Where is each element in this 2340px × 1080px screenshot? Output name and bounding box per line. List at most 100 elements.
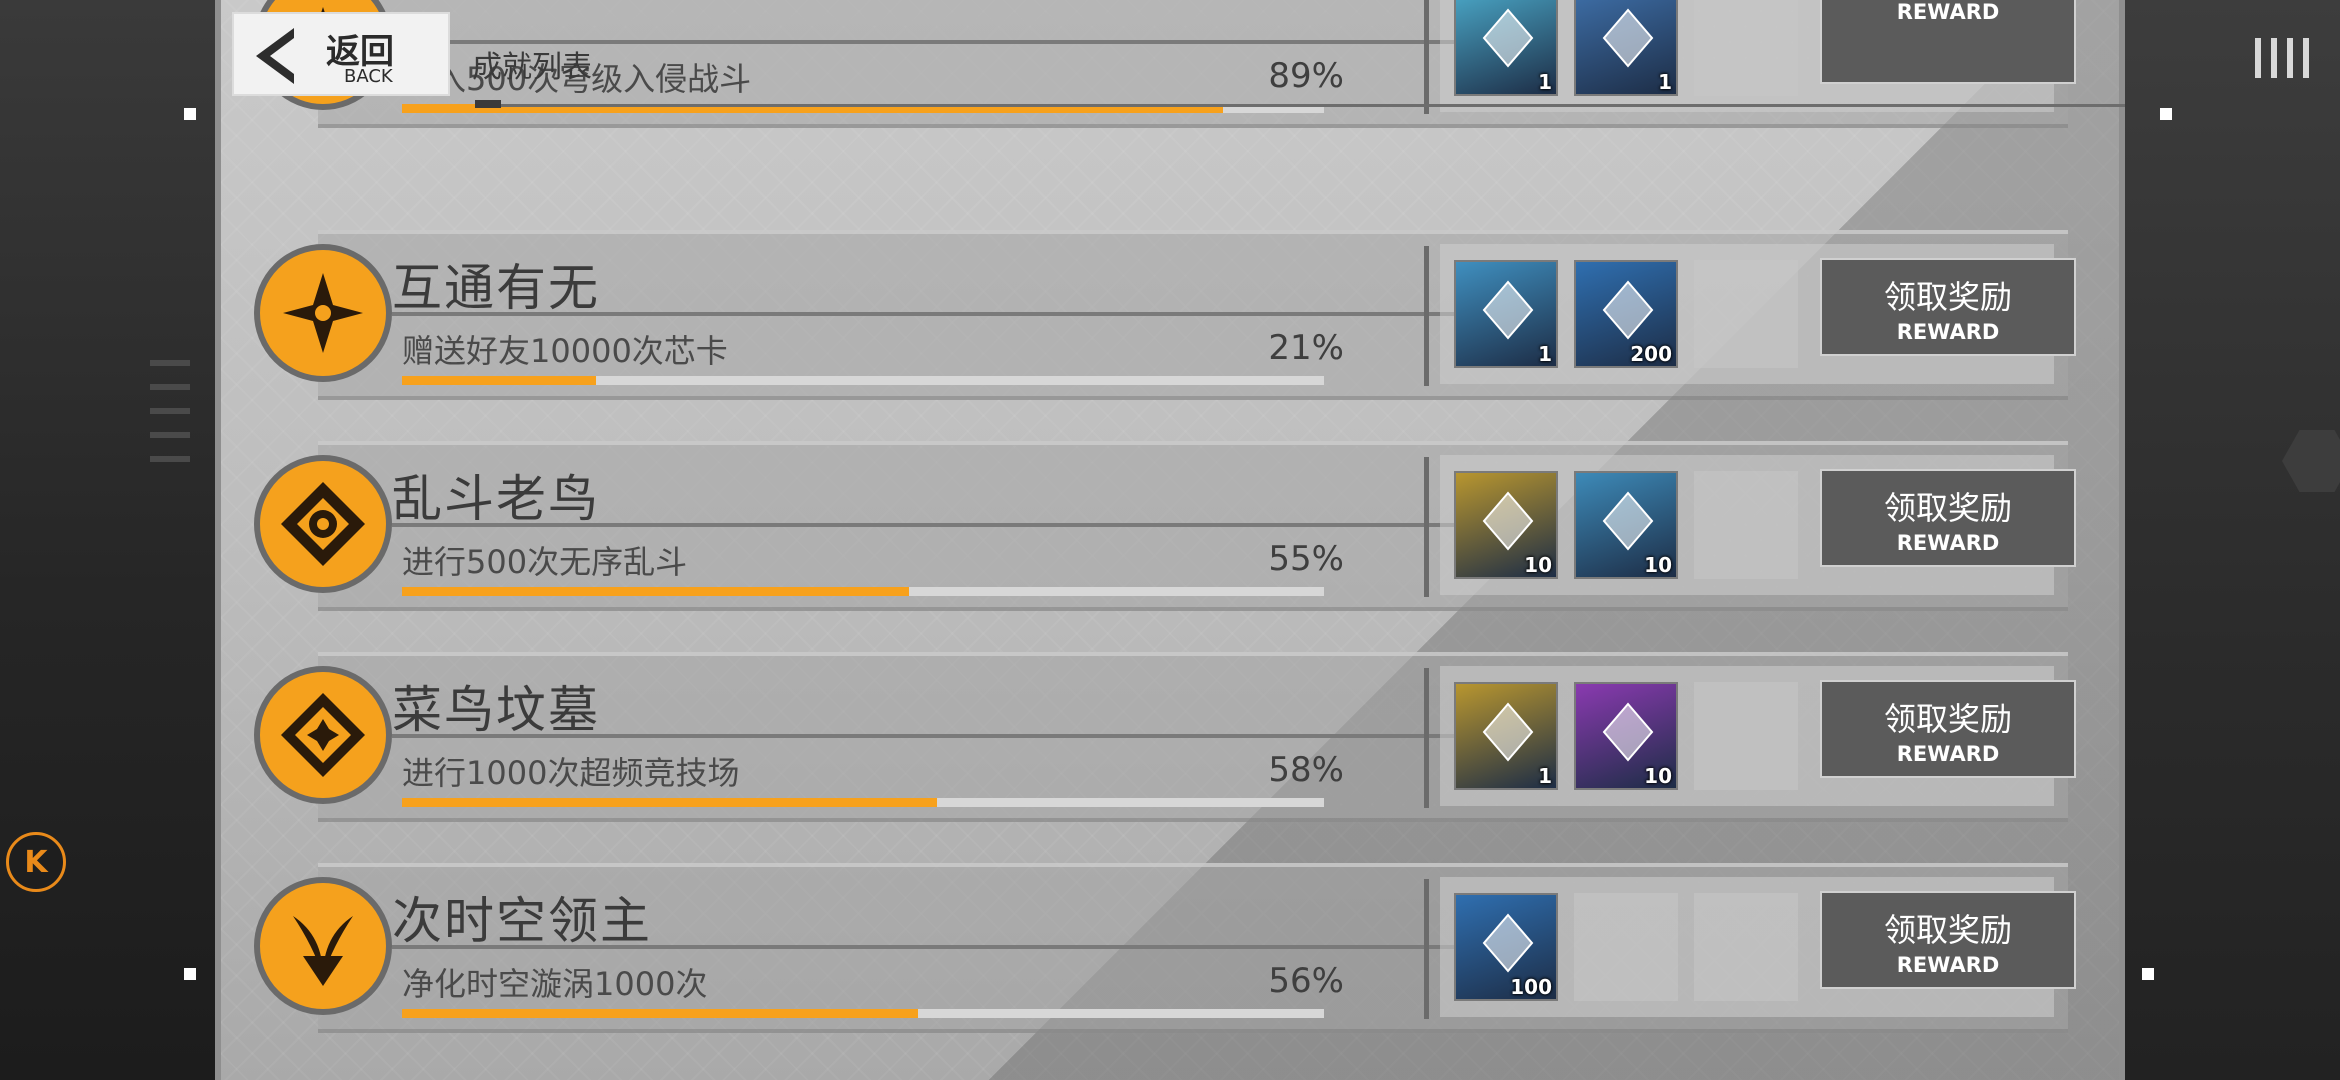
achievement-row: 次时空领主 净化时空漩涡1000次 56% 100 领取奖励 REWARD	[254, 863, 2076, 1033]
silver-triangle-icon	[1482, 702, 1534, 762]
name-underline	[392, 945, 1502, 949]
claim-label-en: REWARD	[1896, 953, 2000, 977]
row-divider	[1424, 457, 1429, 597]
row-divider	[1424, 0, 1429, 114]
claim-label-en: REWARD	[1896, 742, 2000, 766]
progress-percent: 21%	[1268, 328, 1344, 368]
reward-quantity: 1	[1538, 764, 1552, 788]
row-divider	[1424, 246, 1429, 386]
achievement-row: 互通有无 赠送好友10000次芯卡 21% 1 200 领取奖励 REWARD	[254, 230, 2076, 400]
progress-percent: 56%	[1268, 961, 1344, 1001]
blue-crystal-icon	[1482, 913, 1534, 973]
progress-fill	[402, 1009, 919, 1018]
blue-blade-icon	[1602, 8, 1654, 68]
reward-quantity: 1	[1538, 342, 1552, 366]
progress-fill	[402, 798, 937, 807]
achievement-description: 进行1000次超频竞技场	[402, 754, 740, 792]
claim-reward-button[interactable]: 领取奖励 REWARD	[1820, 891, 2076, 989]
empty-reward-slot	[1574, 893, 1678, 1001]
reward-quantity: 1	[1538, 70, 1552, 94]
left-backdrop	[0, 0, 215, 1080]
k-badge-label: K	[24, 844, 48, 880]
exchange-emblem-icon	[254, 244, 392, 382]
tag-icon	[1482, 280, 1534, 340]
progress-percent: 55%	[1268, 539, 1344, 579]
brawl-emblem-icon	[254, 455, 392, 593]
reward-quantity: 10	[1524, 553, 1552, 577]
header-divider	[475, 104, 2125, 107]
achievement-name: 菜鸟坟墓	[392, 681, 600, 739]
empty-reward-slot	[1694, 0, 1798, 96]
empty-reward-slot	[1694, 893, 1798, 1001]
reward-slot[interactable]: 100	[1454, 893, 1558, 1001]
progress-percent: 58%	[1268, 750, 1344, 790]
back-button[interactable]: 返回 BACK	[232, 12, 450, 96]
reward-quantity: 1	[1658, 70, 1672, 94]
achievement-row: 乱斗老鸟 进行500次无序乱斗 55% 10 10 领取奖励 REWARD	[254, 441, 2076, 611]
blue-crystal-icon	[1602, 280, 1654, 340]
panel-right-edge	[2119, 0, 2125, 1080]
reward-slot[interactable]: 200	[1574, 260, 1678, 368]
achievement-name: 次时空领主	[392, 892, 652, 950]
reward-quantity: 200	[1630, 342, 1672, 366]
menu-icon[interactable]	[2255, 38, 2309, 78]
header-tab-indicator	[475, 100, 501, 108]
achievement-description: 进行500次无序乱斗	[402, 543, 688, 581]
claim-label: 领取奖励	[1883, 700, 2012, 738]
reward-slot[interactable]: 1	[1454, 682, 1558, 790]
row-divider	[1424, 668, 1429, 808]
purple-chest-icon	[1482, 8, 1534, 68]
page-title: 成就列表	[472, 50, 592, 85]
achievement-name: 乱斗老鸟	[392, 470, 600, 528]
reward-quantity: 10	[1644, 553, 1672, 577]
cube-box-icon	[1602, 491, 1654, 551]
claim-reward-button[interactable]: 领取奖励 REWARD	[1820, 258, 2076, 356]
claim-label: 领取奖励	[1883, 278, 2012, 316]
progress-bar	[402, 798, 1324, 807]
gold-badge-icon	[1482, 491, 1534, 551]
progress-bar	[402, 376, 1324, 385]
progress-fill	[402, 376, 596, 385]
reward-slot[interactable]: 1	[1454, 260, 1558, 368]
panel-left-edge	[215, 0, 221, 1080]
reward-quantity: 10	[1644, 764, 1672, 788]
achievement-description: 赠送好友10000次芯卡	[402, 332, 728, 370]
achievement-name: 互通有无	[392, 259, 600, 317]
claim-label-en: REWARD	[1896, 320, 2000, 344]
progress-bar	[402, 587, 1324, 596]
progress-fill	[402, 587, 910, 596]
claim-reward-button[interactable]: REWARD	[1820, 0, 2076, 84]
progress-bar	[402, 1009, 1324, 1018]
claim-label-en: REWARD	[1896, 531, 2000, 555]
name-underline	[392, 734, 1502, 738]
right-backdrop	[2125, 0, 2340, 1080]
empty-reward-slot	[1694, 260, 1798, 368]
empty-reward-slot	[1694, 682, 1798, 790]
reward-slot[interactable]: 10	[1574, 471, 1678, 579]
reward-quantity: 100	[1510, 975, 1552, 999]
empty-reward-slot	[1694, 471, 1798, 579]
claim-label-en: REWARD	[1896, 0, 2000, 24]
rift-emblem-icon	[254, 877, 392, 1015]
achievement-row: 菜鸟坟墓 进行1000次超频竞技场 58% 1 10 领取奖励 REWARD	[254, 652, 2076, 822]
progress-percent: 89%	[1268, 56, 1344, 96]
corner-marker	[184, 108, 196, 120]
corner-marker	[2142, 968, 2154, 980]
achievement-description: 净化时空漩涡1000次	[402, 965, 708, 1003]
corner-marker	[184, 968, 196, 980]
name-underline	[392, 523, 1502, 527]
claim-label: 领取奖励	[1883, 489, 2012, 527]
reward-slot[interactable]: 10	[1574, 682, 1678, 790]
corner-marker	[2160, 108, 2172, 120]
purple-badge-icon	[1602, 702, 1654, 762]
arena-emblem-icon	[254, 666, 392, 804]
reward-slot[interactable]: 10	[1454, 471, 1558, 579]
k-badge-icon[interactable]: K	[6, 832, 66, 892]
claim-reward-button[interactable]: 领取奖励 REWARD	[1820, 469, 2076, 567]
claim-label: 领取奖励	[1883, 911, 2012, 949]
row-divider	[1424, 879, 1429, 1019]
claim-reward-button[interactable]: 领取奖励 REWARD	[1820, 680, 2076, 778]
name-underline	[392, 312, 1502, 316]
reward-slot[interactable]: 1	[1454, 0, 1558, 96]
reward-slot[interactable]: 1	[1574, 0, 1678, 96]
